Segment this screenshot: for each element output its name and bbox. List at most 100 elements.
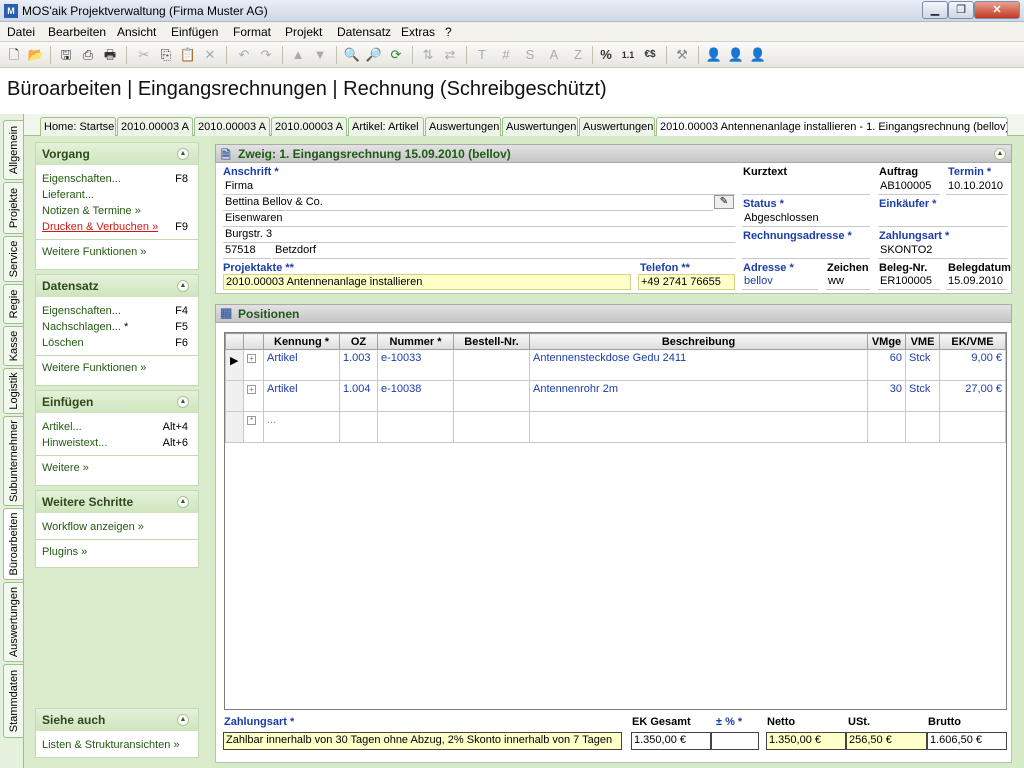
vtab-auswertungen[interactable]: Auswertungen <box>3 582 23 662</box>
menu-datei[interactable]: Datei <box>7 25 35 39</box>
anschrift-line-1[interactable]: Firma <box>223 179 735 195</box>
menu-projekt[interactable]: Projekt <box>285 25 322 39</box>
einkaeufer-field[interactable] <box>878 211 1007 227</box>
status-field[interactable]: Abgeschlossen <box>742 211 870 227</box>
group-header[interactable]: Einfügen ▲ <box>36 391 198 413</box>
currency-icon[interactable]: €$ <box>640 45 660 65</box>
adresse-field[interactable]: bellov <box>742 274 818 290</box>
cell-nummer[interactable]: e-10033 <box>377 349 454 381</box>
doc-tab[interactable]: 2010.00003 A <box>194 117 270 136</box>
cell-oz[interactable]: 1.003 <box>339 349 378 381</box>
cell-nummer[interactable] <box>377 411 454 443</box>
sidebar-item-nachschlagen[interactable]: Nachschlagen... * F5 <box>36 319 198 335</box>
menu-einfuegen[interactable]: Einfügen <box>171 25 218 39</box>
cut-icon[interactable]: ✂ <box>134 45 154 65</box>
menu-ansicht[interactable]: Ansicht <box>117 25 156 39</box>
sidebar-item-lieferant[interactable]: Lieferant... <box>36 187 198 203</box>
ort-field[interactable]: Betzdorf <box>273 243 735 259</box>
doc-tab-auswertungen[interactable]: Auswertungen <box>502 117 578 136</box>
sidebar-item-more[interactable]: Weitere Funktionen » <box>36 360 198 376</box>
number-item-icon[interactable]: # <box>496 45 516 65</box>
belegdatum-field[interactable]: 15.09.2010 <box>946 274 1007 290</box>
sidebar-item-loeschen[interactable]: Löschen F6 <box>36 335 198 351</box>
doc-tab[interactable]: 2010.00003 A <box>117 117 193 136</box>
address-lookup-icon[interactable]: ✎ <box>714 195 734 209</box>
row-selector[interactable] <box>225 380 244 412</box>
user-blue-icon[interactable]: 👤 <box>704 45 724 65</box>
collapse-icon[interactable]: ▲ <box>177 396 189 408</box>
collapse-icon[interactable]: ▲ <box>994 148 1006 160</box>
row-selector[interactable] <box>225 411 244 443</box>
telefon-field[interactable]: +49 2741 76655 <box>638 274 735 290</box>
new-row-icon[interactable]: * <box>247 416 256 425</box>
article-item-icon[interactable]: A <box>544 45 564 65</box>
print-preview-icon[interactable]: ⎙ <box>78 45 98 65</box>
vtab-regie[interactable]: Regie <box>3 284 23 324</box>
maximize-button[interactable]: ❐ <box>948 1 974 19</box>
collapse-icon[interactable]: ▲ <box>177 148 189 160</box>
termin-field[interactable]: 10.10.2010 <box>946 179 1007 195</box>
cell-vme[interactable] <box>905 411 940 443</box>
percent-field[interactable] <box>711 732 759 750</box>
menu-format[interactable]: Format <box>233 25 271 39</box>
cell-vmge[interactable]: 30 <box>867 380 906 412</box>
ust-field[interactable]: 256,50 € <box>846 732 927 750</box>
positions-grid[interactable]: Kennung * OZ Nummer * Bestell-Nr. Beschr… <box>224 332 1007 710</box>
tools-icon[interactable]: ⚒ <box>672 45 692 65</box>
anschrift-line-3[interactable]: Eisenwaren <box>223 211 735 227</box>
projektakte-field[interactable]: 2010.00003 Antennenanlage installieren <box>223 274 631 290</box>
col-nummer[interactable]: Nummer * <box>377 333 454 350</box>
collapse-icon[interactable]: ▲ <box>177 496 189 508</box>
user-red-icon[interactable]: 👤 <box>748 45 768 65</box>
collapse-icon[interactable]: ▲ <box>177 280 189 292</box>
sidebar-item-eigenschaften[interactable]: Eigenschaften... F8 <box>36 171 198 187</box>
new-document-icon[interactable]: 🗋 <box>4 45 24 65</box>
anschrift-line-4[interactable]: Burgstr. 3 <box>223 227 735 243</box>
cell-ekvme[interactable]: 9,00 € <box>939 349 1006 381</box>
doc-tab[interactable]: 2010.00003 A <box>271 117 347 136</box>
col-bestellnr[interactable]: Bestell-Nr. <box>453 333 530 350</box>
move-up-icon[interactable]: ▲ <box>288 45 308 65</box>
expand-icon[interactable]: + <box>247 385 256 394</box>
cell-kennung[interactable]: ... <box>263 411 340 443</box>
collapse-icon[interactable]: ▲ <box>177 714 189 726</box>
doc-tab-active[interactable]: 2010.00003 Antennenanlage installieren -… <box>656 117 1008 136</box>
cell-oz[interactable] <box>339 411 378 443</box>
group-header[interactable]: Siehe auch ▲ <box>36 709 198 731</box>
zahlungsart-text-field[interactable]: Zahlbar innerhalb von 30 Tagen ohne Abzu… <box>223 732 622 750</box>
expand-cell[interactable]: + <box>243 380 264 412</box>
cell-vmge[interactable] <box>867 411 906 443</box>
find-icon[interactable]: 🔍 <box>342 45 362 65</box>
col-ekvme[interactable]: EK/VME <box>939 333 1006 350</box>
menu-extras[interactable]: Extras <box>401 25 435 39</box>
vtab-allgemein[interactable]: Allgemein <box>3 120 23 180</box>
vtab-logistik[interactable]: Logistik <box>3 368 23 414</box>
cell-bestellnr[interactable] <box>453 349 530 381</box>
cell-ekvme[interactable]: 27,00 € <box>939 380 1006 412</box>
doc-tab-artikel[interactable]: Artikel: Artikel <box>348 117 424 136</box>
subtotal-item-icon[interactable]: Z <box>568 45 588 65</box>
expand-cell[interactable]: + <box>243 349 264 381</box>
vtab-projekte[interactable]: Projekte <box>3 182 23 234</box>
sidebar-item-artikel[interactable]: Artikel... Alt+4 <box>36 419 198 435</box>
doc-tab-home[interactable]: Home: Startseite <box>40 117 116 136</box>
cell-ekvme[interactable] <box>939 411 1006 443</box>
cell-vmge[interactable]: 60 <box>867 349 906 381</box>
cell-kennung[interactable]: Artikel <box>263 349 340 381</box>
undo-icon[interactable]: ↶ <box>234 45 254 65</box>
delete-icon[interactable]: ✕ <box>200 45 220 65</box>
cell-vme[interactable]: Stck <box>905 349 940 381</box>
table-row-new[interactable]: * ... <box>225 411 1006 443</box>
col-beschreibung[interactable]: Beschreibung <box>529 333 868 350</box>
find-replace-icon[interactable]: 🔎 <box>364 45 384 65</box>
cell-vme[interactable]: Stck <box>905 380 940 412</box>
vtab-stammdaten[interactable]: Stammdaten <box>3 664 23 738</box>
zeichen-field[interactable]: ww <box>826 274 870 290</box>
sidebar-item-drucken[interactable]: Drucken & Verbuchen » F9 <box>36 219 198 235</box>
user-yellow-icon[interactable]: 👤 <box>726 45 746 65</box>
sidebar-item-eigenschaften[interactable]: Eigenschaften... F4 <box>36 303 198 319</box>
percent-icon[interactable]: % <box>596 45 616 65</box>
sidebar-item-listen[interactable]: Listen & Strukturansichten » <box>36 737 198 753</box>
col-oz[interactable]: OZ <box>339 333 378 350</box>
menu-bearbeiten[interactable]: Bearbeiten <box>48 25 106 39</box>
